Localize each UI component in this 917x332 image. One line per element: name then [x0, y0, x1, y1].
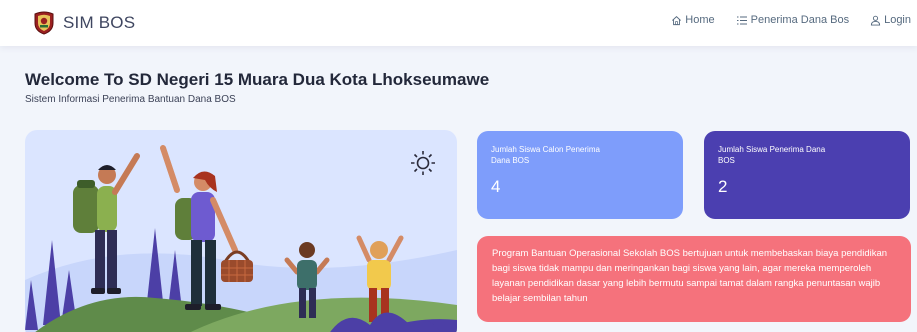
stat-label: Jumlah Siswa Calon Penerima Dana BOS — [491, 145, 600, 165]
brand-name: SIM BOS — [63, 13, 136, 32]
stat-value: 2 — [718, 177, 728, 196]
brand[interactable]: SIM BOS — [33, 9, 135, 37]
nav-penerima-link[interactable]: Penerima Dana Bos — [736, 14, 849, 26]
picnic-basket — [221, 250, 253, 282]
stat-card-calon-penerima: Jumlah Siswa Calon Penerima Dana BOS 4 — [477, 131, 683, 219]
stat-label: Jumlah Siswa Penerima Dana BOS — [718, 145, 826, 165]
nav-menu: Home Penerima Dana Bos Login — [650, 14, 911, 26]
nav-login-label: Login — [884, 14, 911, 26]
nav-home-label: Home — [685, 14, 715, 26]
hiking-family-illustration — [25, 145, 457, 332]
home-icon — [672, 15, 682, 25]
welcome-section: Welcome To SD Negeri 15 Muara Dua Kota L… — [25, 70, 490, 106]
list-icon — [736, 16, 747, 24]
page-title: Welcome To SD Negeri 15 Muara Dua Kota L… — [25, 70, 490, 89]
user-icon — [870, 15, 881, 26]
hero-illustration-card — [25, 130, 457, 332]
stat-value: 4 — [491, 177, 501, 196]
top-navbar: SIM BOS Home Penerima Dana Bos Login — [0, 0, 917, 46]
page-subtitle: Sistem Informasi Penerima Bantuan Dana B… — [25, 94, 236, 105]
school-crest-icon — [34, 11, 54, 35]
stat-card-penerima: Jumlah Siswa Penerima Dana BOS 2 — [704, 131, 910, 219]
nav-login-link[interactable]: Login — [870, 14, 911, 26]
program-info-card: Program Bantuan Operasional Sekolah BOS … — [477, 236, 911, 322]
program-info-text: Program Bantuan Operasional Sekolah BOS … — [492, 248, 888, 304]
sun-icon — [411, 151, 435, 175]
nav-penerima-label: Penerima Dana Bos — [750, 14, 850, 26]
nav-home-link[interactable]: Home — [671, 14, 715, 26]
